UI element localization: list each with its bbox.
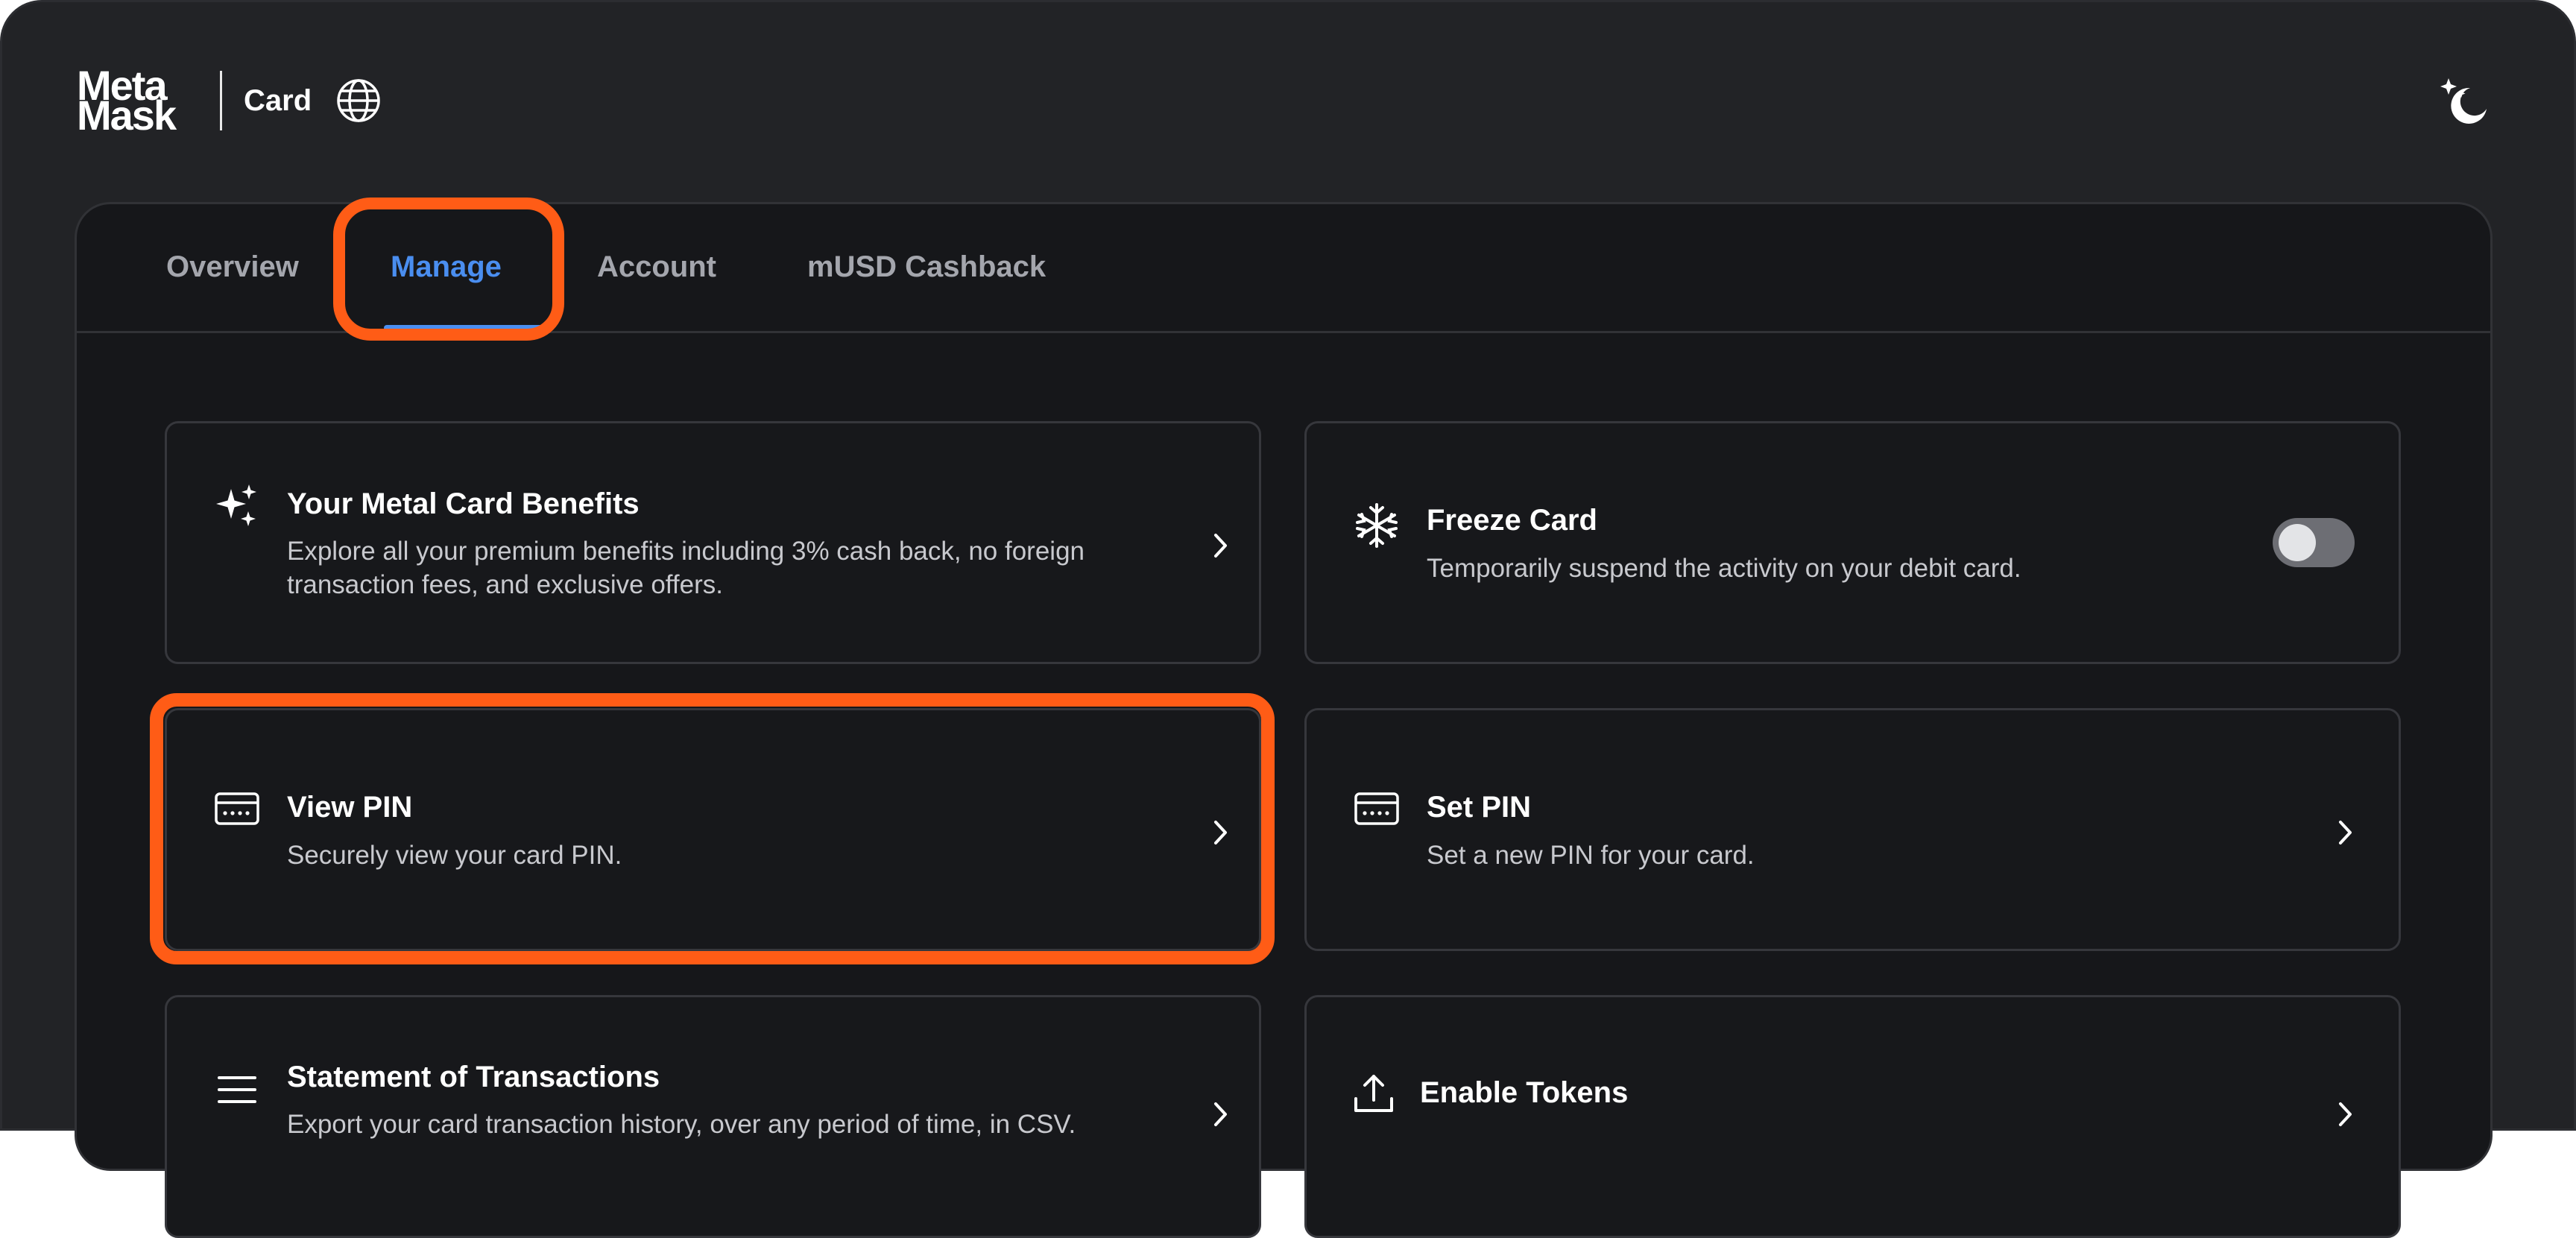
snowflake-icon bbox=[1353, 502, 1401, 549]
chevron-right-icon bbox=[1207, 1098, 1234, 1131]
chevron-right-icon bbox=[2332, 1098, 2358, 1131]
chevron-right-icon bbox=[1207, 529, 1234, 562]
benefits-card[interactable]: Your Metal Card Benefits Explore all you… bbox=[165, 421, 1261, 664]
card-title: Freeze Card bbox=[1427, 504, 1597, 537]
upload-icon bbox=[1350, 1070, 1398, 1118]
sparkles-icon bbox=[213, 483, 261, 531]
tab-bar: Overview Manage Account mUSD Cashback bbox=[77, 204, 2490, 333]
card-description: Temporarily suspend the activity on your… bbox=[1427, 554, 2021, 583]
view-pin-card[interactable]: View PIN Securely view your card PIN. bbox=[165, 708, 1261, 951]
header-divider bbox=[220, 71, 222, 130]
card-pin-icon bbox=[1353, 785, 1401, 833]
freeze-card[interactable]: Freeze Card Temporarily suspend the acti… bbox=[1304, 421, 2401, 664]
globe-icon[interactable] bbox=[335, 77, 382, 124]
card-title: View PIN bbox=[287, 791, 413, 824]
active-tab-indicator bbox=[384, 325, 548, 331]
product-name: Card bbox=[244, 84, 312, 117]
enable-tokens-card[interactable]: Enable Tokens bbox=[1304, 995, 2401, 1238]
moon-stars-icon[interactable] bbox=[2436, 75, 2493, 131]
chevron-right-icon bbox=[2332, 816, 2358, 849]
metamask-logo[interactable]: Meta Mask bbox=[77, 65, 200, 139]
card-description: Set a new PIN for your card. bbox=[1427, 841, 1755, 870]
card-description: Explore all your premium benefits includ… bbox=[287, 537, 1085, 599]
set-pin-card[interactable]: Set PIN Set a new PIN for your card. bbox=[1304, 708, 2401, 951]
statement-card[interactable]: Statement of Transactions Export your ca… bbox=[165, 995, 1261, 1238]
card-title: Enable Tokens bbox=[1420, 1076, 1629, 1109]
tab-musd-cashback[interactable]: mUSD Cashback bbox=[807, 249, 1046, 285]
card-pin-icon bbox=[213, 785, 261, 833]
tab-account[interactable]: Account bbox=[597, 249, 716, 285]
card-title: Set PIN bbox=[1427, 791, 1532, 824]
chevron-right-icon bbox=[1207, 816, 1234, 849]
logo-line-2: Mask bbox=[77, 92, 177, 139]
toggle-knob bbox=[2279, 524, 2316, 561]
card-description: Securely view your card PIN. bbox=[287, 841, 622, 870]
freeze-card-toggle[interactable] bbox=[2273, 518, 2355, 567]
tab-manage[interactable]: Manage bbox=[391, 249, 502, 285]
list-icon bbox=[213, 1066, 261, 1114]
tab-overview[interactable]: Overview bbox=[166, 249, 299, 285]
card-title: Your Metal Card Benefits bbox=[287, 487, 640, 520]
card-title: Statement of Transactions bbox=[287, 1061, 660, 1093]
card-description: Export your card transaction history, ov… bbox=[287, 1110, 1076, 1139]
